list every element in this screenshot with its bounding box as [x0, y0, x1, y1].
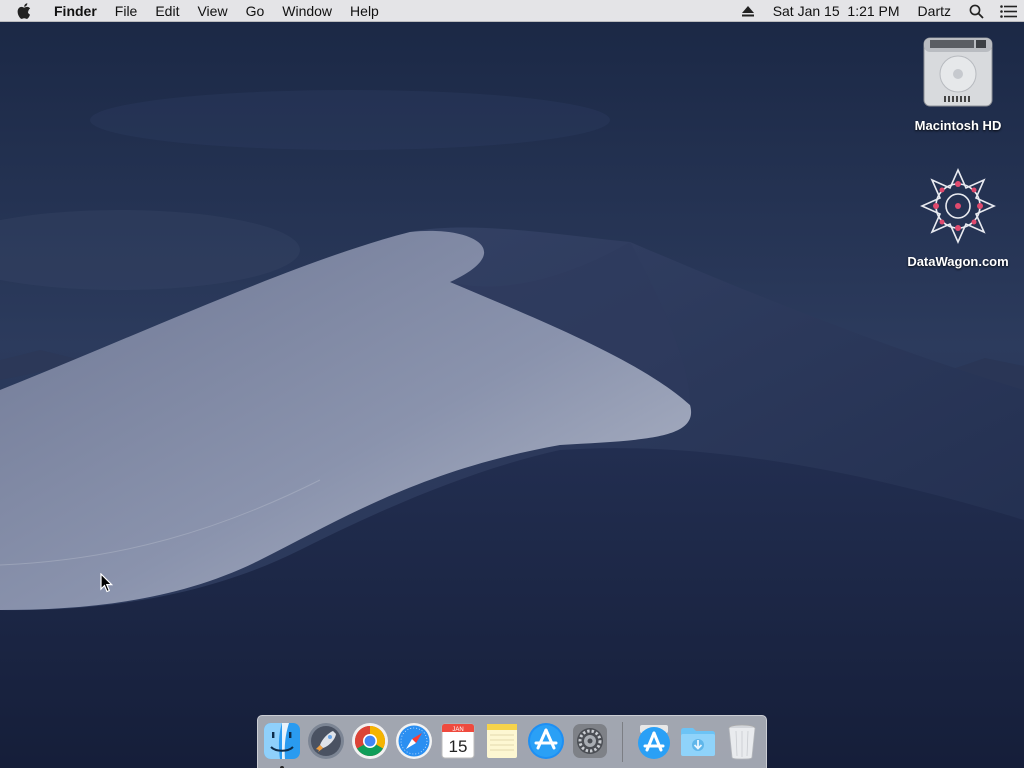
- dock-item-downloads[interactable]: [678, 721, 718, 763]
- dock-item-launchpad[interactable]: [306, 721, 346, 763]
- menu-clock[interactable]: Sat Jan 15 1:21 PM: [764, 0, 909, 22]
- apple-icon: [17, 2, 31, 19]
- dock-item-chrome[interactable]: [350, 721, 390, 763]
- dock-item-app-store-stack[interactable]: [634, 721, 674, 763]
- notification-center-button[interactable]: [992, 0, 1024, 22]
- menu-help[interactable]: Help: [341, 0, 388, 22]
- dock-item-trash[interactable]: [722, 721, 762, 763]
- app-store-stack-icon: [638, 725, 670, 759]
- calendar-icon: JAN 15: [441, 723, 475, 759]
- launchpad-icon: [308, 723, 344, 759]
- trash-icon: [728, 724, 756, 760]
- chrome-icon: [352, 723, 388, 759]
- calendar-day: 15: [449, 737, 468, 756]
- mouse-cursor-icon: [100, 573, 113, 593]
- eject-icon: [741, 5, 754, 16]
- dock-separator: [622, 722, 623, 762]
- desktop-wallpaper: [0, 0, 1024, 768]
- spotlight-button[interactable]: [960, 0, 992, 22]
- datawagon-logo-icon: [920, 168, 996, 244]
- dock: JAN 15: [257, 715, 767, 768]
- apple-menu[interactable]: [0, 0, 48, 22]
- dock-item-finder[interactable]: [262, 721, 302, 768]
- desktop[interactable]: Macintosh HD DataWagon.com: [0, 0, 1024, 768]
- menu-bar: Finder File Edit View Go Window Help Sat…: [0, 0, 1024, 22]
- system-preferences-icon: [573, 724, 607, 758]
- menu-view[interactable]: View: [188, 0, 236, 22]
- eject-menu-extra[interactable]: [732, 0, 764, 22]
- desktop-icon-label: DataWagon.com: [907, 254, 1009, 269]
- calendar-month: JAN: [452, 727, 463, 733]
- desktop-icon-macintosh-hd[interactable]: Macintosh HD: [903, 30, 1013, 133]
- hard-drive-icon: [923, 37, 993, 107]
- menu-edit[interactable]: Edit: [146, 0, 188, 22]
- dock-item-calendar[interactable]: JAN 15: [438, 721, 478, 763]
- dock-item-app-store[interactable]: [526, 721, 566, 763]
- dock-item-notes[interactable]: [482, 721, 522, 763]
- dock-item-safari[interactable]: [394, 721, 434, 763]
- menu-go[interactable]: Go: [237, 0, 274, 22]
- downloads-folder-icon: [681, 728, 715, 756]
- notification-center-icon: [999, 4, 1017, 18]
- menu-file[interactable]: File: [106, 0, 147, 22]
- desktop-icon-datawagon[interactable]: DataWagon.com: [903, 166, 1013, 269]
- desktop-icon-label: Macintosh HD: [914, 118, 1002, 133]
- menu-user[interactable]: Dartz: [909, 0, 960, 22]
- spotlight-search-icon: [969, 4, 984, 19]
- menu-app-name[interactable]: Finder: [48, 0, 106, 22]
- finder-icon: [264, 723, 300, 759]
- dock-item-system-preferences[interactable]: [570, 721, 610, 763]
- safari-icon: [396, 723, 432, 759]
- notes-icon: [487, 724, 517, 758]
- app-store-icon: [528, 723, 564, 759]
- menu-window[interactable]: Window: [273, 0, 341, 22]
